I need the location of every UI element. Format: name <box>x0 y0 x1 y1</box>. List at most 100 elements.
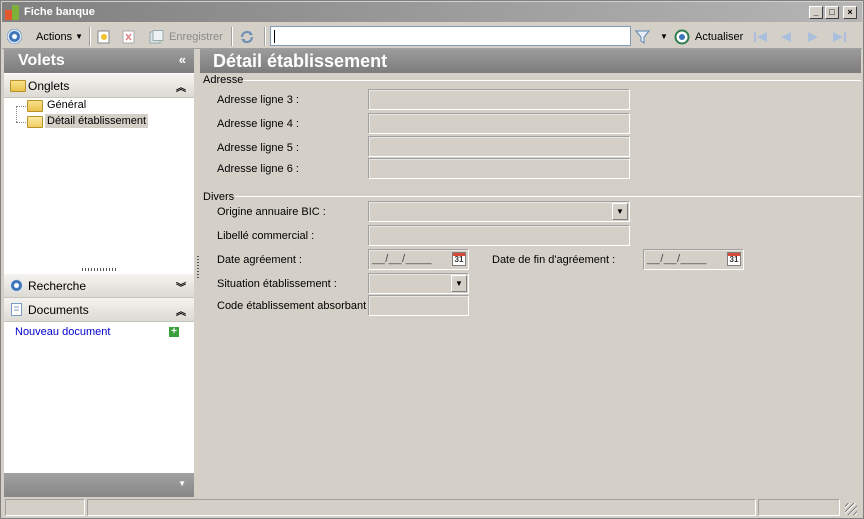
chevron-down-icon[interactable]: ▼ <box>451 275 467 292</box>
adresse-group-label: Adresse <box>203 74 244 86</box>
adresse-ligne-4-label: Adresse ligne 4 : <box>217 118 299 130</box>
recherche-section-header[interactable]: Recherche ︾ <box>4 274 194 298</box>
code-absorbant-field[interactable] <box>368 295 469 316</box>
add-icon[interactable]: + <box>169 327 179 337</box>
folder-icon <box>10 80 26 92</box>
previous-record-button[interactable] <box>779 24 793 49</box>
date-mask: __/__/____ <box>372 253 433 265</box>
refresh-button[interactable]: Actualiser <box>674 24 743 49</box>
tree-line <box>16 106 26 107</box>
minimize-button[interactable]: _ <box>809 6 823 19</box>
volets-title: Volets <box>18 52 65 69</box>
volets-header: Volets « <box>4 49 194 73</box>
documents-section-header[interactable]: Documents ︽ <box>4 298 194 322</box>
delete-icon <box>122 30 135 43</box>
date-agrement-label: Date agréement : <box>217 254 302 266</box>
adresse-ligne-5-field[interactable] <box>368 136 630 157</box>
resize-grip-icon[interactable] <box>845 503 857 515</box>
search-input[interactable] <box>270 26 631 46</box>
page-title: Détail établissement <box>213 51 388 71</box>
tree-item-general[interactable]: Général <box>47 99 86 111</box>
next-record-button[interactable] <box>806 24 820 49</box>
collapse-panel-icon[interactable]: « <box>179 52 186 67</box>
adresse-ligne-5-label: Adresse ligne 5 : <box>217 142 299 154</box>
document-icon <box>11 303 22 316</box>
close-button[interactable]: × <box>843 6 857 19</box>
refresh-label: Actualiser <box>695 30 744 43</box>
onglets-section-header[interactable]: Onglets ︽ <box>4 74 194 98</box>
window-title: Fiche banque <box>24 6 95 18</box>
chevron-down-icon[interactable]: ︾ <box>176 279 186 294</box>
toolbar-separator <box>231 27 233 46</box>
first-icon <box>754 31 767 42</box>
next-icon <box>808 31 818 42</box>
new-document-link[interactable]: Nouveau document <box>15 326 110 338</box>
app-window: Fiche banque _ □ × Actions ▼ Enregistrer <box>0 0 864 519</box>
date-fin-agrement-field[interactable]: __/__/____ 31 <box>643 249 744 270</box>
situation-label: Situation établissement : <box>217 278 337 290</box>
status-cell <box>87 499 756 516</box>
chevron-down-icon[interactable]: ▼ <box>612 203 628 220</box>
libelle-commercial-field[interactable] <box>368 225 630 246</box>
filter-button[interactable] <box>635 24 650 49</box>
app-icon <box>5 5 21 20</box>
divers-group-label: Divers <box>203 191 235 203</box>
date-fin-agrement-label: Date de fin d'agréement : <box>492 254 616 266</box>
new-record-button[interactable] <box>97 24 111 49</box>
actions-label: Actions <box>36 30 73 43</box>
delete-button[interactable] <box>122 24 136 49</box>
previous-icon <box>781 31 791 42</box>
left-panel: Volets « Onglets ︽ Général Détail établi… <box>4 49 194 497</box>
group-divider <box>235 196 861 197</box>
onglets-label: Onglets <box>28 79 70 93</box>
recherche-label: Recherche <box>28 279 87 293</box>
panel-footer: ▼ <box>4 473 194 497</box>
date-agrement-field[interactable]: __/__/____ 31 <box>368 249 469 270</box>
adresse-ligne-6-field[interactable] <box>368 158 630 179</box>
title-bar[interactable]: Fiche banque _ □ × <box>2 2 862 22</box>
filter-dropdown-icon[interactable]: ▼ <box>660 24 668 49</box>
maximize-button[interactable]: □ <box>825 6 839 19</box>
last-icon <box>833 31 846 42</box>
origine-bic-select[interactable]: ▼ <box>368 201 630 222</box>
nav-circle-icon[interactable] <box>7 24 22 49</box>
adresse-ligne-4-field[interactable] <box>368 113 630 134</box>
new-document-icon <box>97 30 110 43</box>
open-folder-icon <box>27 116 43 128</box>
refresh-icon <box>674 29 690 44</box>
splitter-grip[interactable] <box>197 256 199 278</box>
adresse-ligne-3-label: Adresse ligne 3 : <box>217 94 299 106</box>
chevron-up-icon[interactable]: ︽ <box>176 79 186 94</box>
origine-bic-label: Origine annuaire BIC : <box>217 206 326 218</box>
save-button[interactable]: Enregistrer <box>149 24 223 49</box>
situation-select[interactable]: ▼ <box>368 273 469 294</box>
chevron-down-icon: ▼ <box>75 32 83 41</box>
chevron-down-icon[interactable]: ▼ <box>178 479 186 488</box>
documents-label: Documents <box>28 303 89 317</box>
adresse-ligne-3-field[interactable] <box>368 89 630 110</box>
group-divider <box>243 80 861 81</box>
status-cell <box>758 499 840 516</box>
status-cell <box>5 499 85 516</box>
tree-item-detail-etablissement[interactable]: Détail établissement <box>45 114 149 128</box>
libelle-commercial-label: Libellé commercial : <box>217 230 315 242</box>
search-circle-icon <box>10 279 23 292</box>
resize-grip[interactable] <box>82 268 116 271</box>
sync-icon <box>240 30 254 43</box>
toolbar: Actions ▼ Enregistrer ▼ Actualiser <box>2 24 862 49</box>
calendar-icon[interactable]: 31 <box>452 252 466 266</box>
actions-menu-button[interactable]: Actions ▼ <box>36 24 83 49</box>
detail-header: Détail établissement <box>200 49 861 73</box>
last-record-button[interactable] <box>831 24 847 49</box>
toolbar-separator <box>89 27 91 46</box>
chevron-up-icon[interactable]: ︽ <box>176 303 186 318</box>
code-absorbant-label: Code établissement absorbant : <box>217 300 373 312</box>
tree-line <box>16 122 26 123</box>
first-record-button[interactable] <box>753 24 769 49</box>
save-icon <box>149 29 164 43</box>
filter-icon <box>635 30 650 44</box>
sync-button[interactable] <box>239 24 255 49</box>
status-bar <box>2 498 862 518</box>
save-label: Enregistrer <box>169 30 223 43</box>
calendar-icon[interactable]: 31 <box>727 252 741 266</box>
